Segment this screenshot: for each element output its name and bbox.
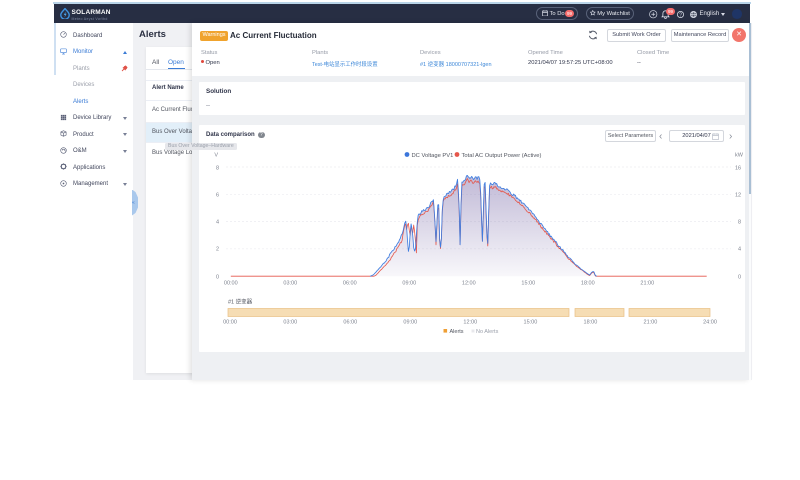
svg-text:21:00: 21:00	[640, 280, 654, 286]
svg-text:21:00: 21:00	[644, 320, 658, 326]
svg-text:V: V	[214, 152, 218, 158]
svg-text:#1 逆变器: #1 逆变器	[228, 298, 253, 306]
svg-text:6: 6	[216, 192, 219, 198]
svg-text:16: 16	[735, 165, 741, 171]
svg-text:24:00: 24:00	[703, 320, 717, 326]
svg-text:06:00: 06:00	[343, 320, 357, 326]
svg-text:09:00: 09:00	[402, 280, 416, 286]
svg-text:06:00: 06:00	[343, 280, 357, 286]
svg-text:8: 8	[738, 219, 741, 225]
svg-text:09:00: 09:00	[403, 320, 417, 326]
svg-text:2: 2	[216, 246, 219, 252]
svg-text:DC Voltage PV1: DC Voltage PV1	[412, 152, 454, 158]
svg-text:12:00: 12:00	[463, 320, 477, 326]
svg-text:4: 4	[738, 246, 741, 252]
svg-text:No Alerts: No Alerts	[476, 329, 499, 335]
svg-text:15:00: 15:00	[524, 320, 538, 326]
svg-text:00:00: 00:00	[224, 280, 238, 286]
svg-text:12:00: 12:00	[462, 280, 476, 286]
svg-text:18:00: 18:00	[581, 280, 595, 286]
svg-text:0: 0	[216, 274, 219, 280]
svg-text:4: 4	[216, 219, 219, 225]
svg-text:Alerts: Alerts	[450, 329, 464, 335]
svg-text:15:00: 15:00	[521, 280, 535, 286]
svg-text:0: 0	[738, 274, 741, 280]
svg-text:00:00: 00:00	[223, 320, 237, 326]
svg-text:03:00: 03:00	[283, 280, 297, 286]
svg-text:8: 8	[216, 165, 219, 171]
svg-text:Total AC Output Power (Active): Total AC Output Power (Active)	[462, 152, 542, 158]
svg-text:18:00: 18:00	[584, 320, 598, 326]
svg-text:03:00: 03:00	[283, 320, 297, 326]
svg-text:?: ?	[679, 12, 682, 18]
svg-text:kW: kW	[735, 152, 744, 158]
svg-text:12: 12	[735, 192, 741, 198]
